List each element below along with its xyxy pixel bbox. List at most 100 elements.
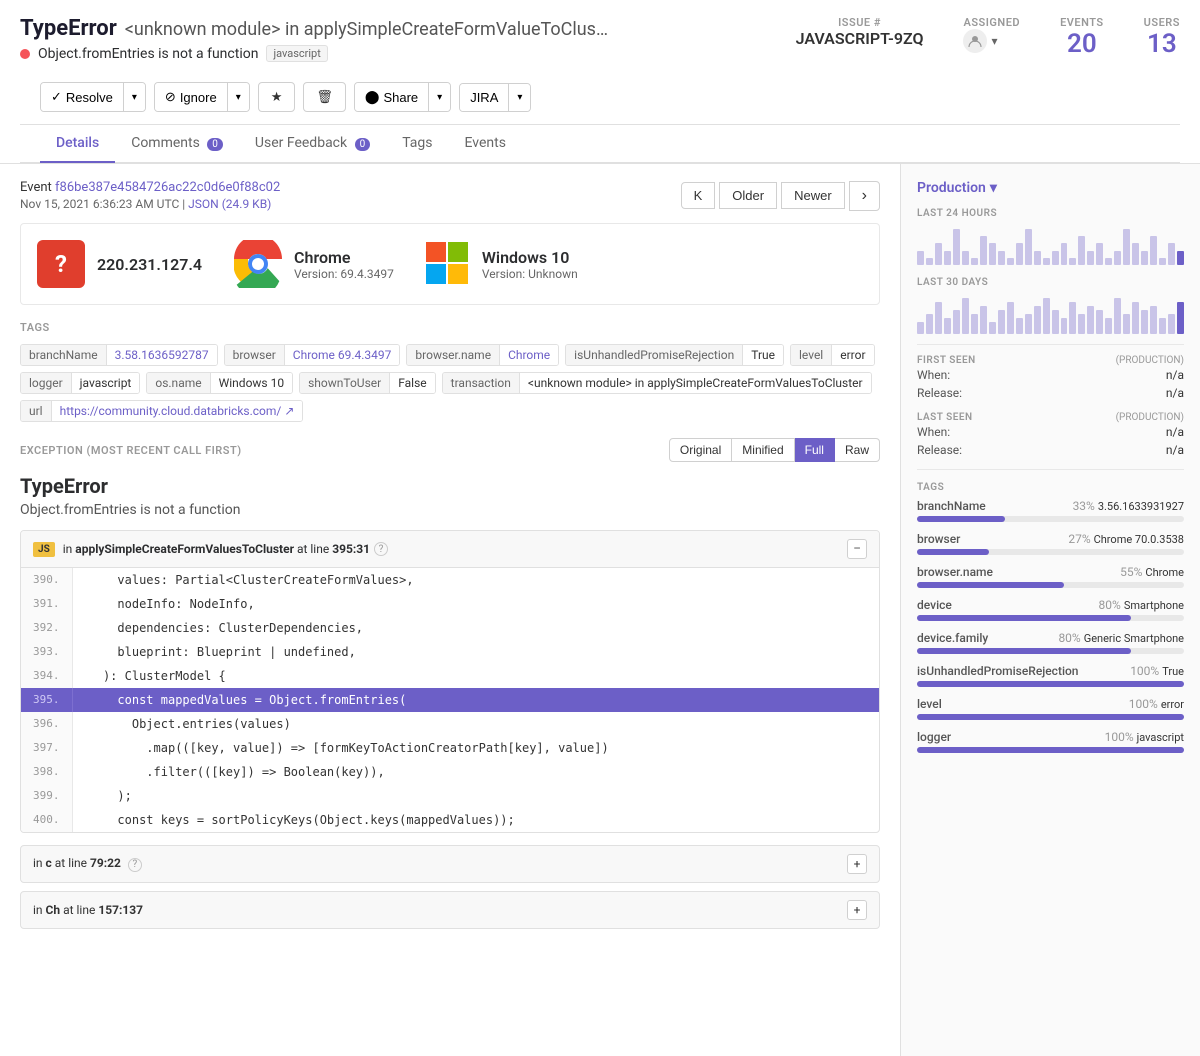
exception-view-buttons: Original Minified Full Raw <box>669 438 880 462</box>
tag-value: error <box>832 345 873 365</box>
tag-stat-level: level 100% error <box>917 697 1184 720</box>
tag-unhandled[interactable]: isUnhandledPromiseRejection True <box>565 344 784 366</box>
frame-language-badge: JS <box>33 542 55 557</box>
tag-stat-percent: 100% <box>1129 697 1158 711</box>
tag-key: transaction <box>443 373 520 393</box>
share-split-button[interactable]: ⬤ Share ▾ <box>354 82 451 112</box>
share-button[interactable]: ⬤ Share <box>355 83 428 111</box>
exc-btn-full[interactable]: Full <box>795 438 835 462</box>
event-id-link[interactable]: f86be387e4584726ac22c0d6e0f88c02 <box>55 180 280 195</box>
environment-selector[interactable]: Production ▾ <box>917 180 1184 196</box>
tag-url[interactable]: url https://community.cloud.databricks.c… <box>20 400 303 422</box>
exc-btn-original[interactable]: Original <box>669 438 732 462</box>
browser-name: Chrome <box>294 248 394 267</box>
tab-comments[interactable]: Comments 0 <box>115 125 239 163</box>
tag-stat-percent: 100% <box>1105 730 1134 744</box>
delete-button[interactable]: 🗑 <box>303 82 346 112</box>
tag-logger[interactable]: logger javascript <box>20 372 140 394</box>
collapsed-frame-ch[interactable]: in Ch at line 157:137 + <box>20 891 880 929</box>
json-link[interactable]: JSON (24.9 KB) <box>188 197 271 211</box>
expand-icon: + <box>847 900 867 920</box>
sidebar: Production ▾ LAST 24 HOURS LAST 30 DAYS … <box>900 164 1200 1056</box>
resolve-dropdown-button[interactable]: ▾ <box>123 83 145 111</box>
bookmark-button[interactable]: ★ <box>258 82 296 112</box>
tag-stat-value: Chrome <box>1145 566 1184 579</box>
code-body: 390. values: Partial<ClusterCreateFormVa… <box>21 568 879 832</box>
ignore-dropdown-button[interactable]: ▾ <box>227 83 249 111</box>
tag-os-name[interactable]: os.name Windows 10 <box>146 372 293 394</box>
tag-value: https://community.cloud.databricks.com/ … <box>52 401 303 421</box>
tab-details[interactable]: Details <box>40 125 115 163</box>
tag-stat-branchName: branchName 33% 3.56.1633931927 <box>917 499 1184 522</box>
tag-browser[interactable]: browser Chrome 69.4.3497 <box>224 344 401 366</box>
share-dropdown-button[interactable]: ▾ <box>428 83 450 111</box>
first-seen-label: FIRST SEEN <box>917 355 976 366</box>
ignore-button[interactable]: ⊘ Ignore <box>155 83 227 111</box>
collapsed-frame-c[interactable]: in c at line 79:22 ? + <box>20 845 880 883</box>
last-seen-row: LAST SEEN (PRODUCTION) <box>917 412 1184 423</box>
tag-stat-percent: 80% <box>1099 598 1121 612</box>
tag-bar-bg <box>917 516 1184 522</box>
info-icon[interactable]: ? <box>128 858 142 872</box>
tag-browser-name[interactable]: browser.name Chrome <box>406 344 559 366</box>
events-label: EVENTS <box>1060 16 1104 29</box>
assigned-avatar[interactable]: ▾ <box>963 29 1020 53</box>
tag-key: level <box>791 345 832 365</box>
tag-stat-browser: browser 27% Chrome 70.0.3538 <box>917 532 1184 555</box>
tag-shown[interactable]: shownToUser False <box>299 372 436 394</box>
tag-stat-value: True <box>1162 665 1184 678</box>
tag-level[interactable]: level error <box>790 344 875 366</box>
error-type: TypeError <box>20 16 117 41</box>
tag-stat-value: error <box>1161 698 1184 711</box>
tab-events[interactable]: Events <box>449 125 522 163</box>
nav-last-button[interactable]: › <box>849 181 880 211</box>
tag-bar-fill <box>917 681 1184 687</box>
last-release-value: n/a <box>1166 443 1184 457</box>
nav-first-button[interactable]: K <box>681 182 716 209</box>
first-seen-row: FIRST SEEN (PRODUCTION) <box>917 355 1184 366</box>
jira-split-button[interactable]: JIRA ▾ <box>459 83 531 112</box>
frame-ch-info: in Ch at line 157:137 <box>33 903 143 917</box>
tag-stat-percent: 33% <box>1073 499 1095 513</box>
tag-value: Chrome 69.4.3497 <box>285 345 400 365</box>
tag-bar-fill <box>917 549 989 555</box>
tag-stat-name: browser <box>917 532 960 546</box>
page-root: TypeError <unknown module> in applySimpl… <box>0 0 1200 1056</box>
ignore-split-button[interactable]: ⊘ Ignore ▾ <box>154 82 250 112</box>
tab-tags[interactable]: Tags <box>386 125 448 163</box>
code-line-392: 392. dependencies: ClusterDependencies, <box>21 616 879 640</box>
tag-key: isUnhandledPromiseRejection <box>566 345 743 365</box>
first-seen-release: Release: n/a <box>917 384 1184 402</box>
line-code: Object.entries(values) <box>73 712 880 736</box>
nav-older-button[interactable]: Older <box>719 182 777 209</box>
tag-stat-name: device <box>917 598 952 612</box>
resolve-split-button[interactable]: ✓ Resolve ▾ <box>40 82 146 112</box>
tag-key: browser.name <box>407 345 500 365</box>
tag-stat-value: Generic Smartphone <box>1084 632 1184 645</box>
tab-user-feedback[interactable]: User Feedback 0 <box>239 125 386 163</box>
line-number: 400. <box>21 808 73 832</box>
tag-key: os.name <box>147 373 210 393</box>
users-label: USERS <box>1144 16 1180 29</box>
meta-assigned: ASSIGNED ▾ <box>963 16 1020 53</box>
jira-button[interactable]: JIRA <box>460 84 508 111</box>
nav-newer-button[interactable]: Newer <box>781 182 845 209</box>
exc-btn-minified[interactable]: Minified <box>732 438 794 462</box>
tag-stat-value: Smartphone <box>1124 599 1184 612</box>
info-icon[interactable]: ? <box>374 542 388 556</box>
code-line-400: 400. const keys = sortPolicyKeys(Object.… <box>21 808 879 832</box>
exc-btn-raw[interactable]: Raw <box>835 438 880 462</box>
jira-dropdown-button[interactable]: ▾ <box>508 84 530 111</box>
ip-icon: ? <box>37 240 85 288</box>
chart-24h <box>917 225 1184 265</box>
resolve-button[interactable]: ✓ Resolve <box>41 83 123 111</box>
last-seen-label: LAST SEEN <box>917 412 973 423</box>
line-number: 399. <box>21 784 73 808</box>
tag-bar-bg <box>917 549 1184 555</box>
exception-error-desc: Object.fromEntries is not a function <box>20 502 880 518</box>
tag-stat-percent: 80% <box>1058 631 1080 645</box>
tag-stat-info: 33% 3.56.1633931927 <box>1073 499 1184 513</box>
frame-minimize-button[interactable]: − <box>847 539 867 559</box>
tag-transaction[interactable]: transaction <unknown module> in applySim… <box>442 372 872 394</box>
tag-branchName[interactable]: branchName 3.58.1636592787 <box>20 344 218 366</box>
